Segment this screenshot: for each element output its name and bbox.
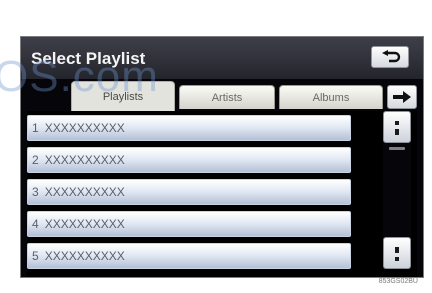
scroll-up-button[interactable] — [383, 111, 411, 143]
playlist-item-5[interactable]: 5 XXXXXXXXXX — [27, 243, 351, 269]
scroll-down-button[interactable] — [383, 237, 411, 269]
right-arrow-icon — [393, 91, 411, 103]
item-number: 3 — [32, 185, 39, 199]
item-number: 5 — [32, 249, 39, 263]
title-bar: Select Playlist — [21, 37, 423, 79]
item-number: 4 — [32, 217, 39, 231]
scroll-position-indicator — [389, 147, 405, 150]
item-number: 2 — [32, 153, 39, 167]
tab-albums[interactable]: Albums — [279, 85, 383, 109]
next-tabs-button[interactable] — [387, 85, 417, 109]
playlist-item-2[interactable]: 2 XXXXXXXXXX — [27, 147, 351, 173]
item-name: XXXXXXXXXX — [44, 217, 125, 231]
playlist-item-1[interactable]: 1 XXXXXXXXXX — [27, 115, 351, 141]
page-title: Select Playlist — [31, 49, 146, 68]
item-name: XXXXXXXXXX — [44, 185, 125, 199]
item-name: XXXXXXXXXX — [44, 121, 125, 135]
playlist-item-3[interactable]: 3 XXXXXXXXXX — [27, 179, 351, 205]
item-name: XXXXXXXXXX — [44, 153, 125, 167]
return-arrow-icon — [382, 50, 401, 63]
playlist-screen: Select Playlist Playlists Artists Albums… — [20, 36, 424, 278]
playlist-list: 1 XXXXXXXXXX 2 XXXXXXXXXX 3 XXXXXXXXXX 4… — [27, 111, 417, 277]
scrollbar[interactable] — [383, 111, 411, 269]
tab-bar: Playlists Artists Albums — [71, 79, 423, 111]
tab-label: Albums — [312, 91, 350, 104]
tab-artists[interactable]: Artists — [179, 85, 275, 109]
figure-code: 853GS02BU — [378, 278, 418, 285]
tab-label: Artists — [211, 91, 243, 104]
tab-label: Playlists — [102, 90, 144, 103]
item-name: XXXXXXXXXX — [44, 249, 125, 263]
tab-playlists[interactable]: Playlists — [71, 81, 175, 111]
scroll-down-icon — [395, 247, 399, 261]
playlist-item-4[interactable]: 4 XXXXXXXXXX — [27, 211, 351, 237]
back-button[interactable] — [371, 46, 409, 68]
item-number: 1 — [32, 121, 39, 135]
scroll-up-icon — [395, 121, 399, 135]
